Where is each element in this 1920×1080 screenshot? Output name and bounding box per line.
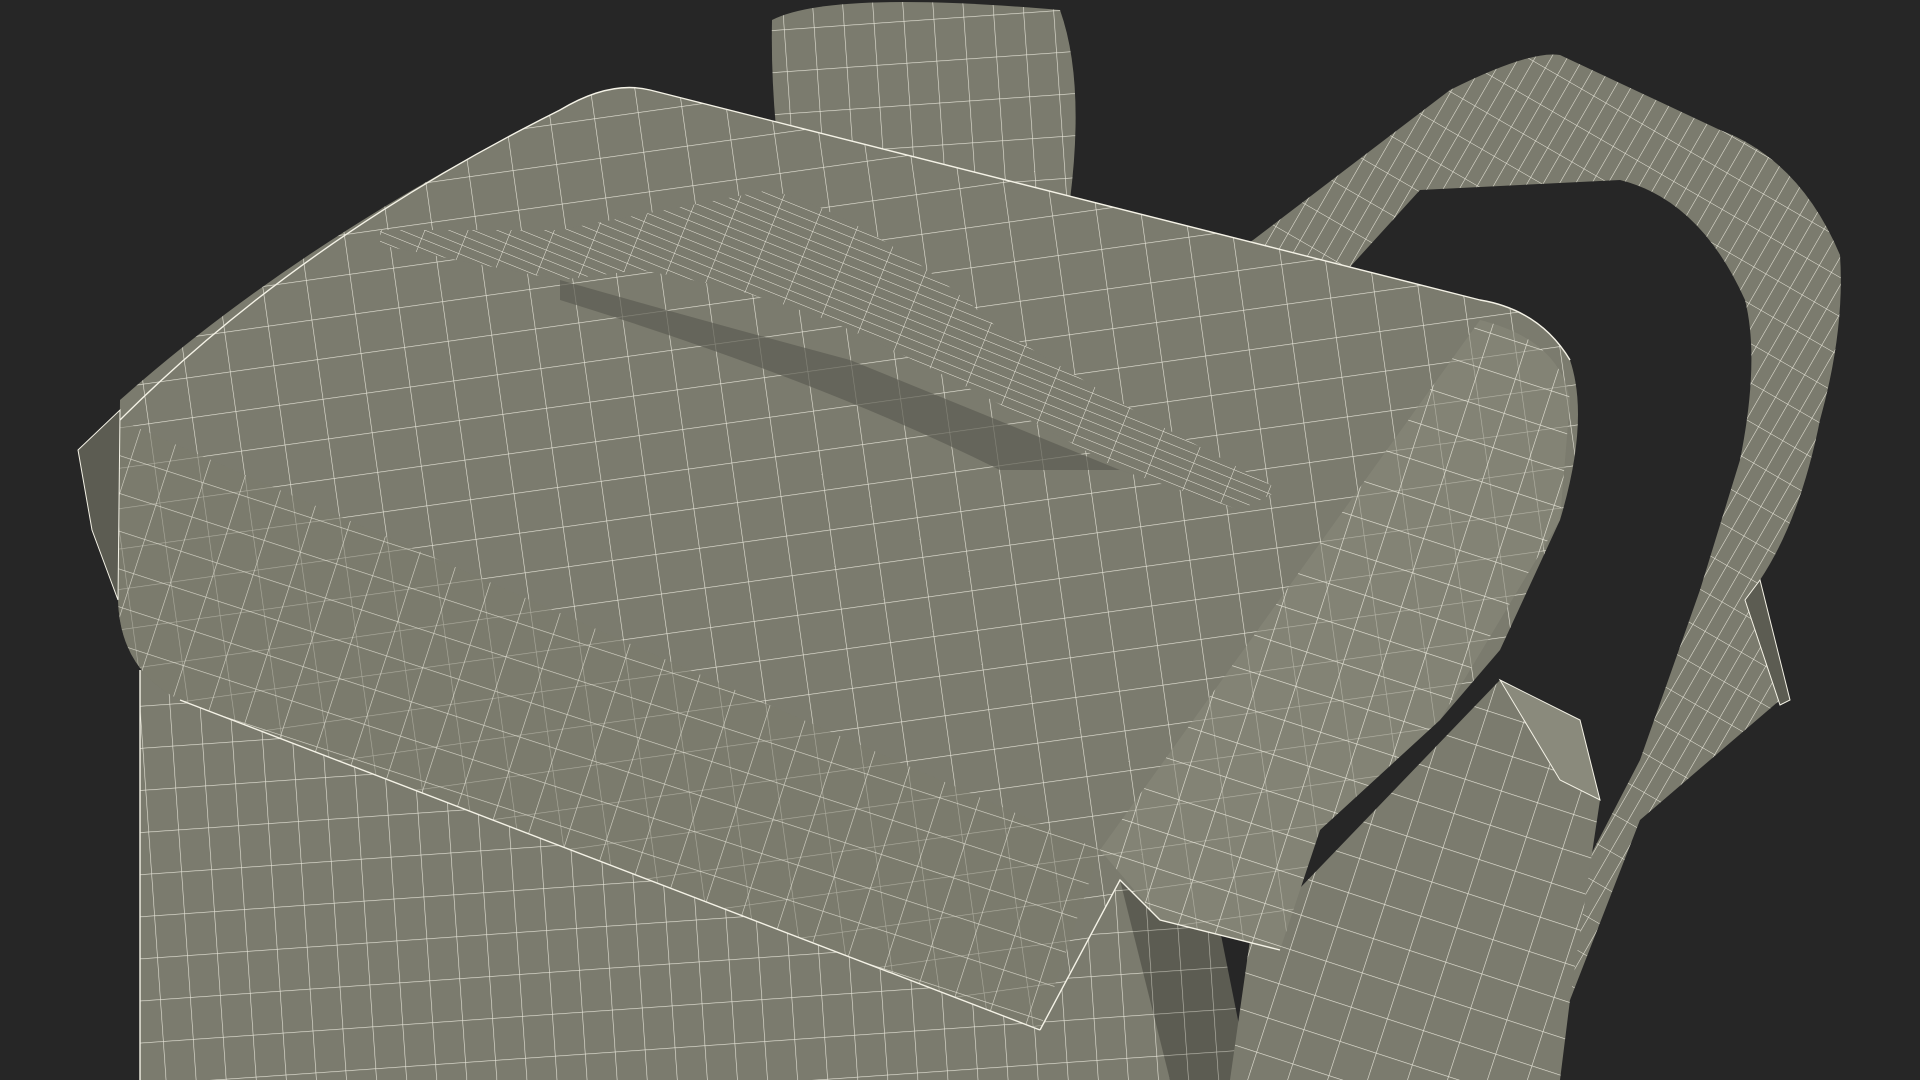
render-viewport	[0, 0, 1920, 1080]
backpack-wireframe-render	[77, 2, 1841, 1080]
